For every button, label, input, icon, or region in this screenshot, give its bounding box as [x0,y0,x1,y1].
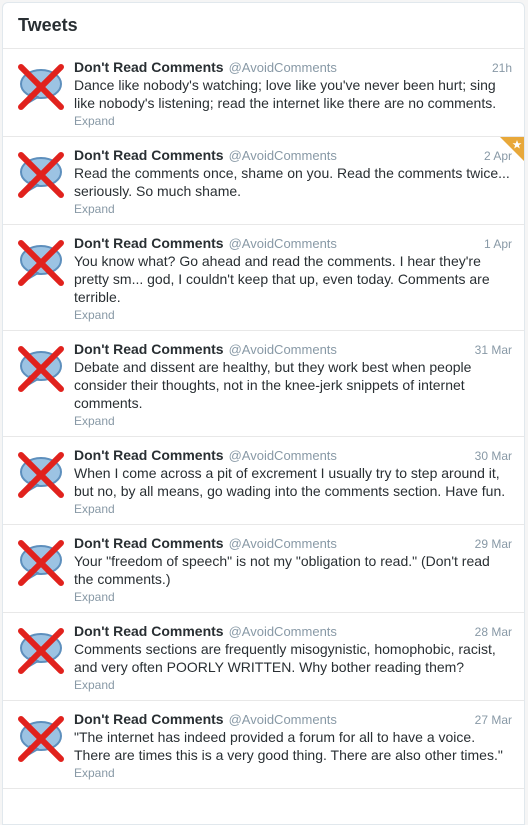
tweet-fullname[interactable]: Don't Read Comments [74,235,224,251]
tweets-panel: Tweets Don't Read Comments @AvoidComment… [2,2,525,825]
avatar[interactable] [16,714,66,764]
tweet-timestamp[interactable]: 1 Apr [484,237,512,251]
tweet-fullname[interactable]: Don't Read Comments [74,147,224,163]
avatar[interactable] [16,344,66,394]
avatar[interactable] [16,450,66,500]
tweet-fullname[interactable]: Don't Read Comments [74,535,224,551]
tweet-item[interactable]: Don't Read Comments @AvoidComments 1 Apr… [3,225,524,331]
tweet-username[interactable]: @AvoidComments [229,236,337,251]
expand-link[interactable]: Expand [74,766,512,780]
tweet-fullname[interactable]: Don't Read Comments [74,623,224,639]
expand-link[interactable]: Expand [74,590,512,604]
tweet-timestamp[interactable]: 31 Mar [475,343,512,357]
panel-title: Tweets [18,15,78,35]
tweet-fullname[interactable]: Don't Read Comments [74,447,224,463]
tweet-item[interactable]: Don't Read Comments @AvoidComments 30 Ma… [3,437,524,525]
tweet-username[interactable]: @AvoidComments [229,712,337,727]
avatar[interactable] [16,626,66,676]
tweet-username[interactable]: @AvoidComments [229,536,337,551]
tweet-timestamp[interactable]: 27 Mar [475,713,512,727]
tweet-text: When I come across a pit of excrement I … [74,465,506,499]
tweet-item[interactable]: Don't Read Comments @AvoidComments 28 Ma… [3,613,524,701]
avatar[interactable] [16,238,66,288]
tweet-timestamp[interactable]: 29 Mar [475,537,512,551]
expand-link[interactable]: Expand [74,202,512,216]
tweet-username[interactable]: @AvoidComments [229,60,337,75]
tweet-item[interactable]: Don't Read Comments @AvoidComments 29 Ma… [3,525,524,613]
panel-header: Tweets [3,3,524,49]
avatar[interactable] [16,538,66,588]
tweet-item[interactable]: Don't Read Comments @AvoidComments 27 Ma… [3,701,524,789]
expand-link[interactable]: Expand [74,308,512,322]
tweet-timestamp[interactable]: 28 Mar [475,625,512,639]
tweet-username[interactable]: @AvoidComments [229,148,337,163]
tweet-timestamp[interactable]: 30 Mar [475,449,512,463]
tweet-fullname[interactable]: Don't Read Comments [74,711,224,727]
avatar[interactable] [16,62,66,112]
tweet-text: Comments sections are frequently misogyn… [74,641,496,675]
tweet-fullname[interactable]: Don't Read Comments [74,59,224,75]
tweet-item[interactable]: Don't Read Comments @AvoidComments 21h D… [3,49,524,137]
expand-link[interactable]: Expand [74,114,512,128]
tweet-username[interactable]: @AvoidComments [229,624,337,639]
tweet-stream: Don't Read Comments @AvoidComments 21h D… [3,49,524,789]
tweet-text: You know what? Go ahead and read the com… [74,253,490,305]
tweet-fullname[interactable]: Don't Read Comments [74,341,224,357]
tweet-username[interactable]: @AvoidComments [229,448,337,463]
tweet-timestamp[interactable]: 21h [492,61,512,75]
tweet-item[interactable]: Don't Read Comments @AvoidComments 2 Apr… [3,137,524,225]
tweet-username[interactable]: @AvoidComments [229,342,337,357]
expand-link[interactable]: Expand [74,414,512,428]
expand-link[interactable]: Expand [74,502,512,516]
expand-link[interactable]: Expand [74,678,512,692]
tweet-text: Dance like nobody's watching; love like … [74,77,497,111]
tweet-item[interactable]: Don't Read Comments @AvoidComments 31 Ma… [3,331,524,437]
favorite-star-icon [500,137,524,161]
tweet-text: Your "freedom of speech" is not my "obli… [74,553,490,587]
tweet-text: Debate and dissent are healthy, but they… [74,359,472,411]
avatar[interactable] [16,150,66,200]
tweet-text: Read the comments once, shame on you. Re… [74,165,510,199]
tweet-text: "The internet has indeed provided a foru… [74,729,503,763]
